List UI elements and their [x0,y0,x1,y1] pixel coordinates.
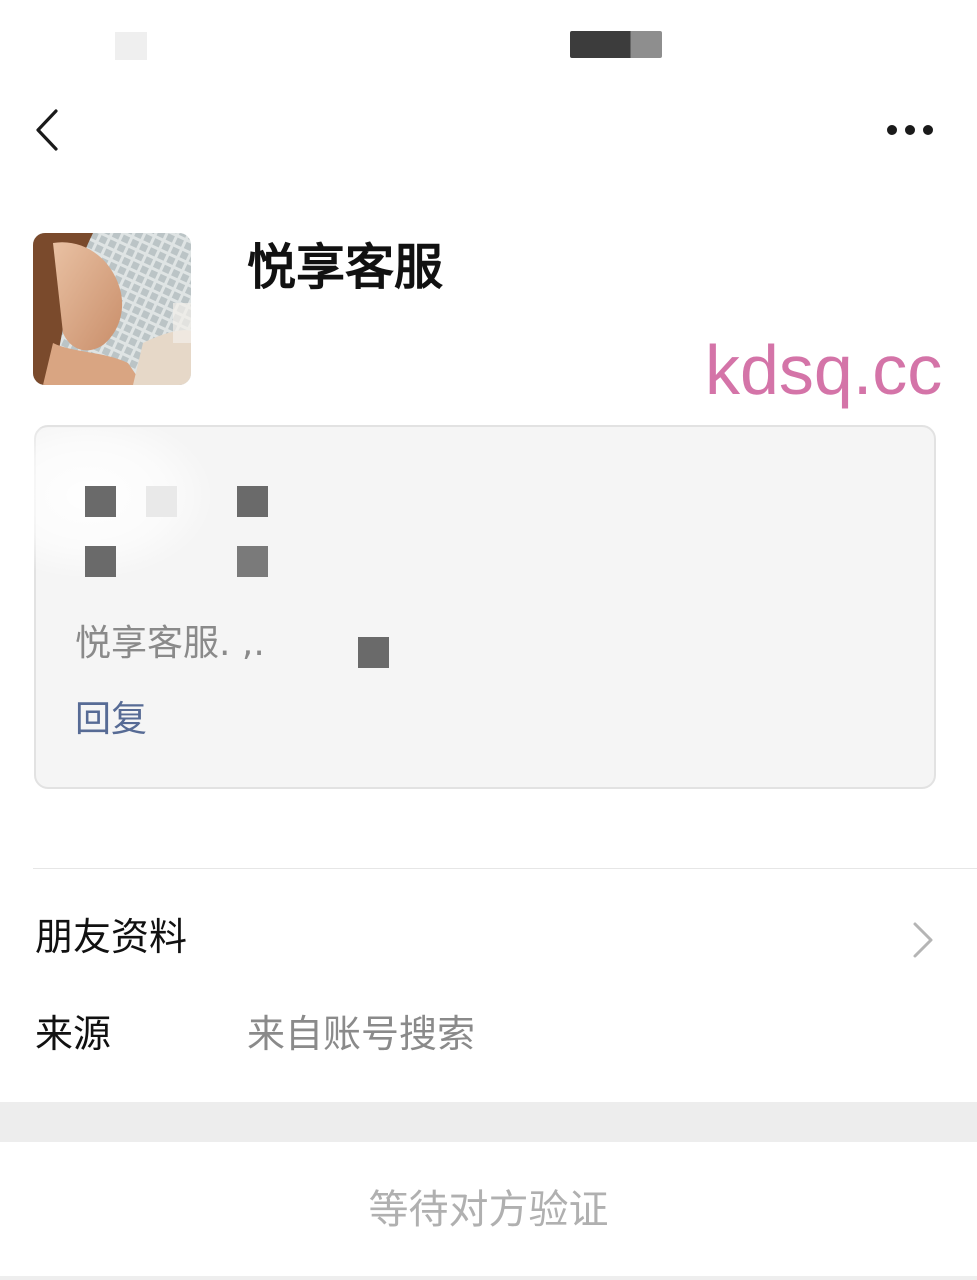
avatar[interactable] [33,233,191,385]
bottom-divider [0,1276,977,1280]
avatar-photo [33,233,191,385]
more-dots-icon [887,125,933,135]
battery-icon [570,31,662,58]
back-button[interactable] [22,100,72,160]
friend-profile-row[interactable]: 朋友资料 [0,895,977,983]
source-value: 来自账号搜索 [247,1012,476,1056]
divider [33,868,977,869]
redacted-mosaic [358,637,389,668]
redacted-mosaic [85,486,116,517]
reply-link[interactable]: 回复 [75,694,147,746]
section-separator [0,1102,977,1142]
redacted-mosaic [85,546,116,577]
watermark-text: kdsq.cc [705,331,943,409]
friend-profile-label: 朋友资料 [35,915,188,959]
status-bar-redacted-block [115,32,147,60]
chevron-right-icon [913,922,933,958]
source-label: 来源 [35,1012,112,1056]
verification-message-card [34,425,936,789]
redacted-mosaic [237,486,268,517]
redacted-mosaic [146,486,177,517]
waiting-verification-status: 等待对方验证 [368,1187,609,1233]
redacted-mosaic [237,546,268,577]
more-button[interactable] [878,108,942,152]
chevron-left-icon [36,109,58,151]
verification-message-text: 悦享客服. ,. [75,623,265,664]
contact-name: 悦享客服 [247,239,444,296]
